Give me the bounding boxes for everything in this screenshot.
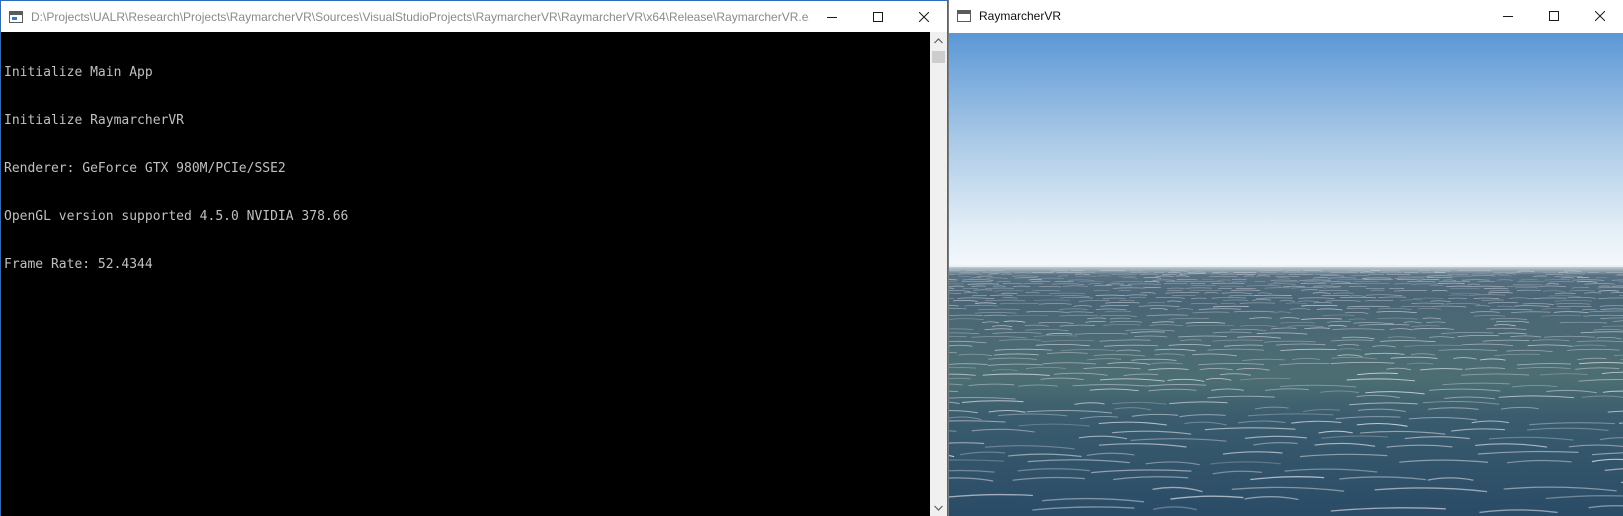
desktop: D:\Projects\UALR\Research\Projects\Rayma… <box>0 0 1623 516</box>
console-window-title: D:\Projects\UALR\Research\Projects\Rayma… <box>31 9 809 24</box>
maximize-icon <box>873 11 883 22</box>
console-output-area[interactable]: Initialize Main App Initialize Raymarche… <box>1 32 930 516</box>
console-window[interactable]: D:\Projects\UALR\Research\Projects\Rayma… <box>0 0 948 516</box>
console-line: OpenGL version supported 4.5.0 NVIDIA 37… <box>4 209 349 224</box>
render-window-title: RaymarcherVR <box>979 8 1062 23</box>
console-vertical-scrollbar[interactable] <box>930 32 947 516</box>
console-caption-buttons <box>809 1 947 32</box>
render-minimize-button[interactable] <box>1485 0 1531 31</box>
console-line: Initialize RaymarcherVR <box>4 113 185 128</box>
render-titlebar[interactable]: RaymarcherVR <box>949 0 1623 31</box>
console-line: Initialize Main App <box>4 65 153 80</box>
chevron-down-icon <box>934 505 943 511</box>
render-caption-buttons <box>1485 0 1623 31</box>
render-viewport[interactable] <box>949 33 1623 516</box>
render-window[interactable]: RaymarcherVR <box>948 0 1623 516</box>
console-line: Renderer: GeForce GTX 980M/PCIe/SSE2 <box>4 161 286 176</box>
scroll-thumb[interactable] <box>932 51 945 63</box>
close-icon <box>1595 10 1605 21</box>
console-minimize-button[interactable] <box>809 1 855 32</box>
minimize-icon <box>1503 15 1513 17</box>
ocean-scene <box>949 33 1623 516</box>
horizon-mist <box>949 265 1623 275</box>
scroll-down-button[interactable] <box>930 499 947 516</box>
console-line: Frame Rate: 52.4344 <box>4 257 153 272</box>
maximize-icon <box>1549 10 1559 21</box>
close-icon <box>919 11 929 22</box>
console-app-icon[interactable] <box>9 10 23 23</box>
chevron-up-icon <box>934 37 943 43</box>
console-output: Initialize Main App Initialize Raymarche… <box>1 32 930 305</box>
console-maximize-button[interactable] <box>855 1 901 32</box>
sky <box>949 33 1623 269</box>
render-maximize-button[interactable] <box>1531 0 1577 31</box>
scroll-up-button[interactable] <box>930 32 947 49</box>
sea <box>949 267 1623 516</box>
app-window-icon[interactable] <box>957 9 971 22</box>
console-titlebar[interactable]: D:\Projects\UALR\Research\Projects\Rayma… <box>1 1 947 32</box>
minimize-icon <box>827 16 837 18</box>
render-close-button[interactable] <box>1577 0 1623 31</box>
console-close-button[interactable] <box>901 1 947 32</box>
